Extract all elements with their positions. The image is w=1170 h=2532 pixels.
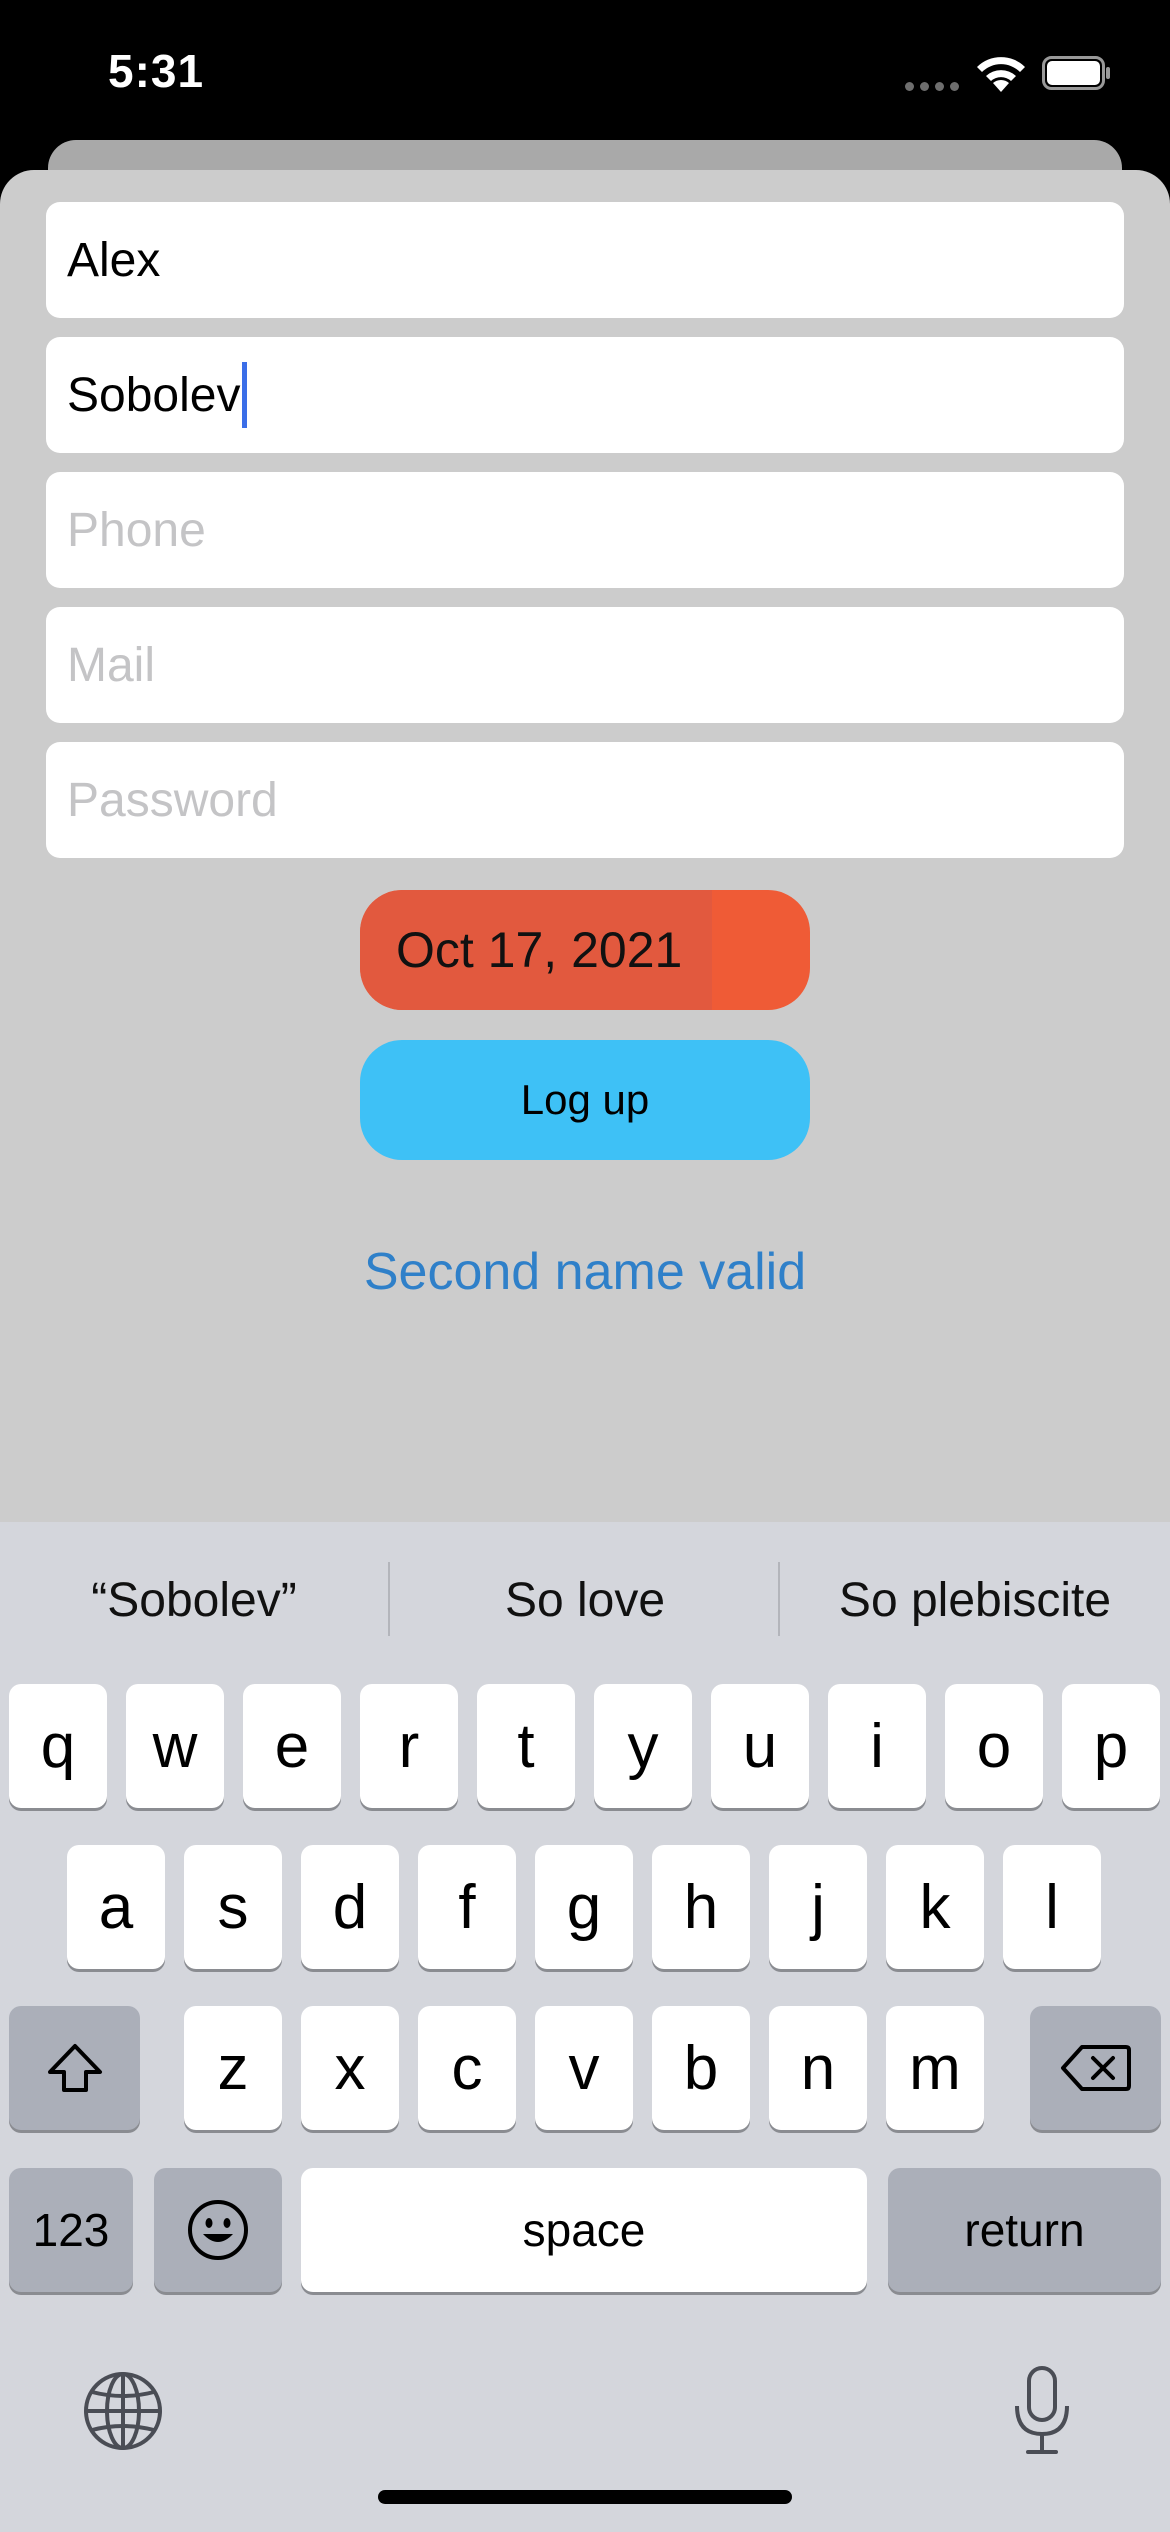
key-o[interactable]: o <box>945 1684 1043 1808</box>
suggestion-bar: “Sobolev” So love So plebiscite <box>0 1522 1170 1678</box>
date-label: Oct 17, 2021 <box>396 922 683 978</box>
shift-icon <box>47 2044 102 2092</box>
key-j[interactable]: j <box>769 1845 867 1969</box>
key-r[interactable]: r <box>360 1684 458 1808</box>
log-up-button[interactable]: Log up <box>360 1040 810 1160</box>
second-name-value: Sobolev <box>67 368 241 422</box>
password-field[interactable]: Password <box>46 742 1124 858</box>
key-b[interactable]: b <box>652 2006 750 2130</box>
key-m[interactable]: m <box>886 2006 984 2130</box>
emoji-icon <box>188 2200 248 2260</box>
first-name-value: Alex <box>67 233 161 287</box>
phone-field[interactable]: Phone <box>46 472 1124 588</box>
key-y[interactable]: y <box>594 1684 692 1808</box>
key-g[interactable]: g <box>535 1845 633 1969</box>
key-f[interactable]: f <box>418 1845 516 1969</box>
return-key[interactable]: return <box>888 2168 1161 2292</box>
key-h[interactable]: h <box>652 1845 750 1969</box>
text-caret <box>242 362 248 428</box>
microphone-icon[interactable] <box>1010 2364 1074 2456</box>
battery-icon <box>1042 56 1110 90</box>
delete-icon <box>1060 2045 1131 2091</box>
suggestion-divider <box>778 1562 780 1636</box>
mail-placeholder: Mail <box>67 638 156 692</box>
key-s[interactable]: s <box>184 1845 282 1969</box>
key-a[interactable]: a <box>67 1845 165 1969</box>
key-p[interactable]: p <box>1062 1684 1160 1808</box>
status-bar: 5:31 <box>0 0 1170 150</box>
log-up-label: Log up <box>520 1076 650 1123</box>
key-e[interactable]: e <box>243 1684 341 1808</box>
key-t[interactable]: t <box>477 1684 575 1808</box>
validation-message: Second name valid <box>363 1243 807 1301</box>
shift-key[interactable] <box>9 2006 140 2130</box>
key-i[interactable]: i <box>828 1684 926 1808</box>
wifi-icon <box>977 57 1025 92</box>
first-name-field[interactable]: Alex <box>46 202 1124 318</box>
mail-field[interactable]: Mail <box>46 607 1124 723</box>
key-c[interactable]: c <box>418 2006 516 2130</box>
home-indicator[interactable] <box>378 2490 792 2504</box>
key-v[interactable]: v <box>535 2006 633 2130</box>
suggestion-divider <box>388 1562 390 1636</box>
cellular-signal-icon <box>905 82 959 91</box>
password-placeholder: Password <box>67 773 278 827</box>
date-picker-button[interactable]: Oct 17, 2021 <box>360 890 810 1010</box>
key-n[interactable]: n <box>769 2006 867 2130</box>
key-w[interactable]: w <box>126 1684 224 1808</box>
phone-placeholder: Phone <box>67 503 206 557</box>
emoji-key[interactable] <box>154 2168 282 2292</box>
key-x[interactable]: x <box>301 2006 399 2130</box>
key-z[interactable]: z <box>184 2006 282 2130</box>
status-time: 5:31 <box>108 45 205 97</box>
key-q[interactable]: q <box>9 1684 107 1808</box>
signup-sheet: Alex Sobolev Phone Mail Password <box>0 170 1170 1570</box>
delete-key[interactable] <box>1030 2006 1161 2130</box>
suggestion-2[interactable]: So love <box>391 1522 779 1678</box>
key-u[interactable]: u <box>711 1684 809 1808</box>
key-d[interactable]: d <box>301 1845 399 1969</box>
suggestion-1[interactable]: “Sobolev” <box>0 1522 388 1678</box>
globe-icon[interactable] <box>82 2370 164 2452</box>
space-key[interactable]: space <box>301 2168 867 2292</box>
keyboard: “Sobolev” So love So plebiscite q w e r … <box>0 1522 1170 2532</box>
suggestion-3[interactable]: So plebiscite <box>781 1522 1169 1678</box>
second-name-field[interactable]: Sobolev <box>46 337 1124 453</box>
key-k[interactable]: k <box>886 1845 984 1969</box>
key-l[interactable]: l <box>1003 1845 1101 1969</box>
numbers-key[interactable]: 123 <box>9 2168 133 2292</box>
